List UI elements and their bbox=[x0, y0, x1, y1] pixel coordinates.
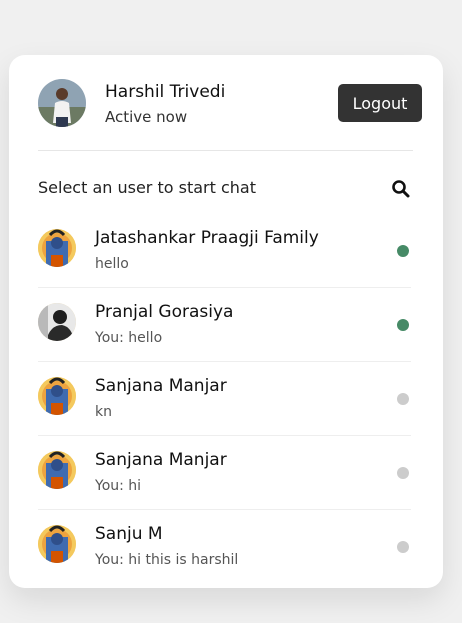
status-dot bbox=[397, 319, 409, 331]
user-avatar bbox=[38, 377, 76, 415]
user-status: Active now bbox=[105, 108, 188, 126]
user-avatar bbox=[38, 525, 76, 563]
contact-name: Sanjana Manjar bbox=[95, 450, 227, 470]
list-item[interactable]: Sanjana Manjar You: hi bbox=[38, 436, 411, 510]
status-dot bbox=[397, 245, 409, 257]
list-item[interactable]: Pranjal Gorasiya You: hello bbox=[38, 288, 411, 362]
search-icon bbox=[392, 180, 410, 198]
search-button[interactable] bbox=[389, 177, 413, 201]
last-message: kn bbox=[95, 404, 112, 420]
user-name: Harshil Trivedi bbox=[105, 82, 226, 102]
search-prompt: Select an user to start chat bbox=[38, 178, 256, 197]
last-message: You: hi bbox=[95, 478, 142, 494]
status-dot bbox=[397, 393, 409, 405]
profile-avatar bbox=[38, 79, 86, 127]
search-bar: Select an user to start chat bbox=[38, 169, 410, 209]
user-avatar bbox=[38, 229, 76, 267]
contact-name: Pranjal Gorasiya bbox=[95, 302, 234, 322]
user-avatar bbox=[38, 451, 76, 489]
contact-name: Sanju M bbox=[95, 524, 163, 544]
last-message: You: hello bbox=[95, 330, 163, 346]
list-item[interactable]: Sanjana Manjar kn bbox=[38, 362, 411, 436]
chat-panel: Harshil Trivedi Active now Logout Select… bbox=[9, 55, 443, 588]
last-message: hello bbox=[95, 256, 129, 272]
user-avatar bbox=[38, 303, 76, 341]
contact-name: Jatashankar Praagji Family bbox=[95, 228, 319, 248]
status-dot bbox=[397, 541, 409, 553]
last-message: You: hi this is harshil bbox=[95, 552, 239, 567]
contact-name: Sanjana Manjar bbox=[95, 376, 227, 396]
users-list: Jatashankar Praagji Family hello Pranjal G… bbox=[38, 214, 411, 567]
list-item[interactable]: Sanju M You: hi this is harshil bbox=[38, 510, 411, 567]
header: Harshil Trivedi Active now Logout bbox=[38, 78, 422, 151]
status-dot bbox=[397, 467, 409, 479]
logout-button[interactable]: Logout bbox=[338, 84, 422, 122]
list-item[interactable]: Jatashankar Praagji Family hello bbox=[38, 214, 411, 288]
